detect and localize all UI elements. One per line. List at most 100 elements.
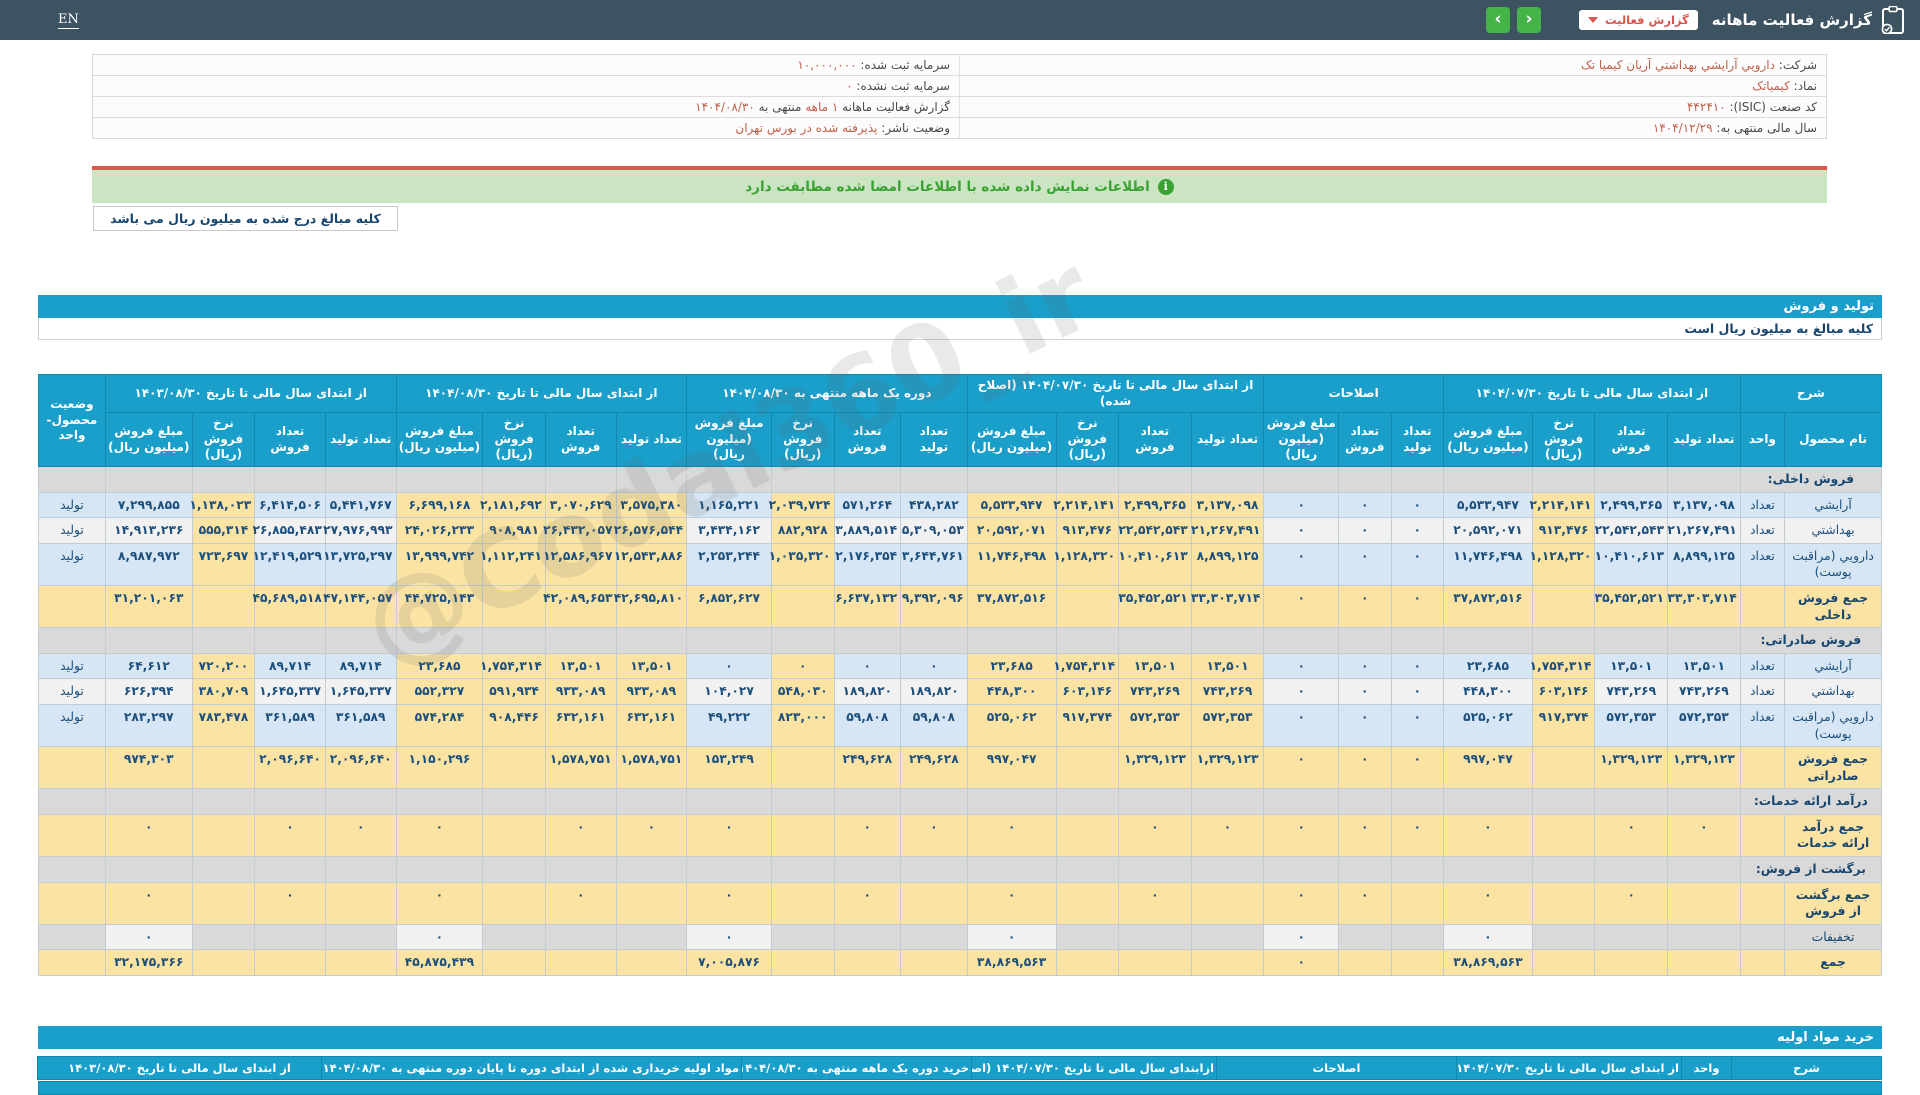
data-cell: ۶,۶۹۹,۱۶۸ bbox=[395, 491, 484, 519]
data-cell bbox=[1531, 627, 1596, 654]
data-cell: ۵۹۱,۹۳۴ bbox=[482, 678, 546, 705]
data-cell: ۰ bbox=[686, 881, 772, 925]
data-cell bbox=[1190, 465, 1265, 493]
data-cell: ۰ bbox=[1594, 881, 1669, 925]
language-switch-link[interactable]: EN bbox=[58, 12, 79, 29]
info-label: منتهی به bbox=[754, 100, 806, 114]
data-cell bbox=[1118, 856, 1192, 883]
info-row: سال مالی منتهی به: ۱۴۰۴/۱۲/۲۹ وضعیت ناشر:… bbox=[93, 117, 1826, 138]
column-header: تعداد تولید bbox=[615, 412, 688, 467]
data-cell: ۹۰۸,۹۸۱ bbox=[482, 517, 546, 544]
data-cell bbox=[1055, 949, 1120, 977]
data-cell: ۰ bbox=[104, 813, 193, 858]
status-cell: تولید bbox=[38, 491, 106, 519]
data-cell: ۴۴۸,۳۰۰ bbox=[1443, 678, 1533, 705]
data-cell: ۷,۰۰۵,۸۷۶ bbox=[686, 949, 772, 977]
product-row: آرايشي تعداد ۱۳,۵۰۱ ۱۳,۵۰۱ ۱,۷۵۴,۳۱۴ ۲۳,۶۸۵ ۰ ۰… bbox=[38, 652, 1882, 680]
data-cell: ۲۰,۵۹۲,۰۷۱ bbox=[1443, 517, 1533, 544]
data-cell bbox=[615, 881, 688, 925]
column-header: مبلغ فروش (میلیون ریال) bbox=[1263, 412, 1340, 467]
data-cell bbox=[966, 788, 1057, 815]
data-cell: ۶,۴۱۴,۵۰۶ bbox=[254, 491, 326, 519]
status-column-header: وضعیت محصول-واحد bbox=[38, 374, 106, 467]
data-cell: ۵۷۲,۳۵۳ bbox=[1667, 703, 1741, 748]
column-header: تعداد تولید bbox=[1190, 412, 1265, 467]
data-cell: ۲,۰۳۹,۷۲۴ bbox=[769, 491, 835, 519]
data-cell: ۳,۸۸۹,۵۱۴ bbox=[833, 517, 902, 544]
data-cell bbox=[1118, 627, 1192, 654]
next-report-button[interactable]: › bbox=[1516, 7, 1541, 33]
info-value: ۱۴۰۴/۱۲/۲۹ bbox=[1652, 121, 1713, 135]
raw-materials-table-header: شرح واحد از ابتدای سال مالی تا تاریخ ۱۴۰۴/… bbox=[37, 1056, 1882, 1080]
data-cell: ۱,۱۶۵,۲۲۱ bbox=[686, 491, 772, 519]
data-cell bbox=[1390, 923, 1445, 951]
data-cell bbox=[104, 627, 193, 654]
data-cell: ۱,۳۲۹,۱۲۳ bbox=[1667, 746, 1741, 790]
report-type-dropdown[interactable]: گزارش فعالیت bbox=[1578, 10, 1698, 30]
data-cell: ۱,۱۲۸,۳۲۰ bbox=[1530, 542, 1596, 586]
data-cell bbox=[1443, 465, 1533, 493]
info-label: سرمایه ثبت شده: bbox=[856, 58, 950, 72]
data-cell: ۱۳,۵۰۱ bbox=[1118, 652, 1192, 680]
info-value: ۴۴۲۴۱۰ bbox=[1686, 100, 1726, 114]
data-cell: ۰ bbox=[395, 813, 484, 858]
data-cell bbox=[191, 584, 256, 629]
data-cell bbox=[1667, 923, 1741, 951]
data-cell: ۰ bbox=[966, 813, 1057, 858]
status-cell bbox=[38, 627, 106, 654]
data-cell: ۲,۴۹۹,۳۶۵ bbox=[1594, 491, 1669, 519]
column-header: مبلغ فروش (میلیون ریال) bbox=[395, 412, 484, 467]
info-cell: کد صنعت (ISIC): ۴۴۲۴۱۰ bbox=[959, 97, 1826, 117]
data-cell bbox=[1055, 856, 1120, 883]
data-cell: ۰ bbox=[833, 881, 902, 925]
data-cell bbox=[833, 465, 902, 493]
data-cell bbox=[324, 465, 397, 493]
data-cell: ۲,۲۱۴,۱۴۱ bbox=[1053, 491, 1120, 519]
amount-unit-note: کلیه مبالغ درج شده به میلیون ریال می باش… bbox=[93, 206, 398, 231]
data-cell bbox=[1055, 813, 1120, 858]
data-cell bbox=[254, 856, 326, 883]
data-cell bbox=[770, 627, 835, 654]
data-cell: ۹۱۳,۴۷۶ bbox=[1531, 517, 1596, 544]
column-header: نرخ فروش (ریال) bbox=[1531, 412, 1596, 467]
data-cell: ۳,۴۳۴,۱۶۲ bbox=[686, 517, 772, 544]
data-cell bbox=[1667, 465, 1741, 493]
data-cell bbox=[544, 923, 617, 951]
data-cell bbox=[1390, 627, 1445, 654]
data-cell: ۰ bbox=[966, 923, 1057, 951]
section-row: درآمد ارائه خدمات: bbox=[38, 788, 1883, 815]
status-cell bbox=[38, 584, 106, 629]
data-cell bbox=[1338, 949, 1392, 977]
data-cell bbox=[770, 813, 835, 858]
data-cell bbox=[833, 627, 902, 654]
data-cell bbox=[686, 788, 772, 815]
data-cell: ۱۸۹,۸۲۰ bbox=[900, 678, 968, 705]
data-cell bbox=[686, 465, 772, 493]
data-cell: ۲۱,۲۶۷,۴۹۱ bbox=[1667, 517, 1741, 544]
data-cell bbox=[1055, 584, 1120, 629]
prev-report-button[interactable]: ‹ bbox=[1485, 7, 1510, 33]
section-label: برگشت از فروش: bbox=[1739, 856, 1883, 883]
data-cell: ۱,۳۲۹,۱۲۳ bbox=[1594, 746, 1669, 790]
data-cell: ۵۵۲,۳۲۷ bbox=[395, 678, 484, 705]
data-cell bbox=[104, 856, 193, 883]
data-cell: ۴۲,۶۹۵,۸۱۰ bbox=[614, 584, 688, 629]
desc-group-header: شرح bbox=[1739, 373, 1883, 414]
data-cell bbox=[395, 856, 484, 883]
data-cell: ۹,۳۹۲,۰۹۶ bbox=[900, 584, 968, 629]
data-cell bbox=[966, 465, 1057, 493]
data-cell: ۶۴,۶۱۲ bbox=[104, 652, 193, 680]
column-group-header: از ابتدای سال مالی تا تاریخ ۱۴۰۴/۰۷/۳۰ bbox=[1456, 1056, 1682, 1080]
data-cell bbox=[1531, 746, 1596, 790]
column-header: تعداد فروش bbox=[544, 412, 617, 467]
data-cell bbox=[686, 856, 772, 883]
data-cell bbox=[1443, 627, 1533, 654]
column-header: نرخ فروش (ریال) bbox=[770, 412, 835, 467]
info-label: نماد: bbox=[1789, 79, 1817, 93]
row-label: آرايشي bbox=[1784, 652, 1882, 680]
data-cell: ۵۷۲,۳۵۳ bbox=[1190, 703, 1265, 748]
data-cell bbox=[1531, 923, 1596, 951]
data-cell bbox=[833, 788, 902, 815]
column-header: تعداد فروش bbox=[1118, 412, 1192, 467]
info-label: کد صنعت (ISIC): bbox=[1725, 100, 1817, 114]
